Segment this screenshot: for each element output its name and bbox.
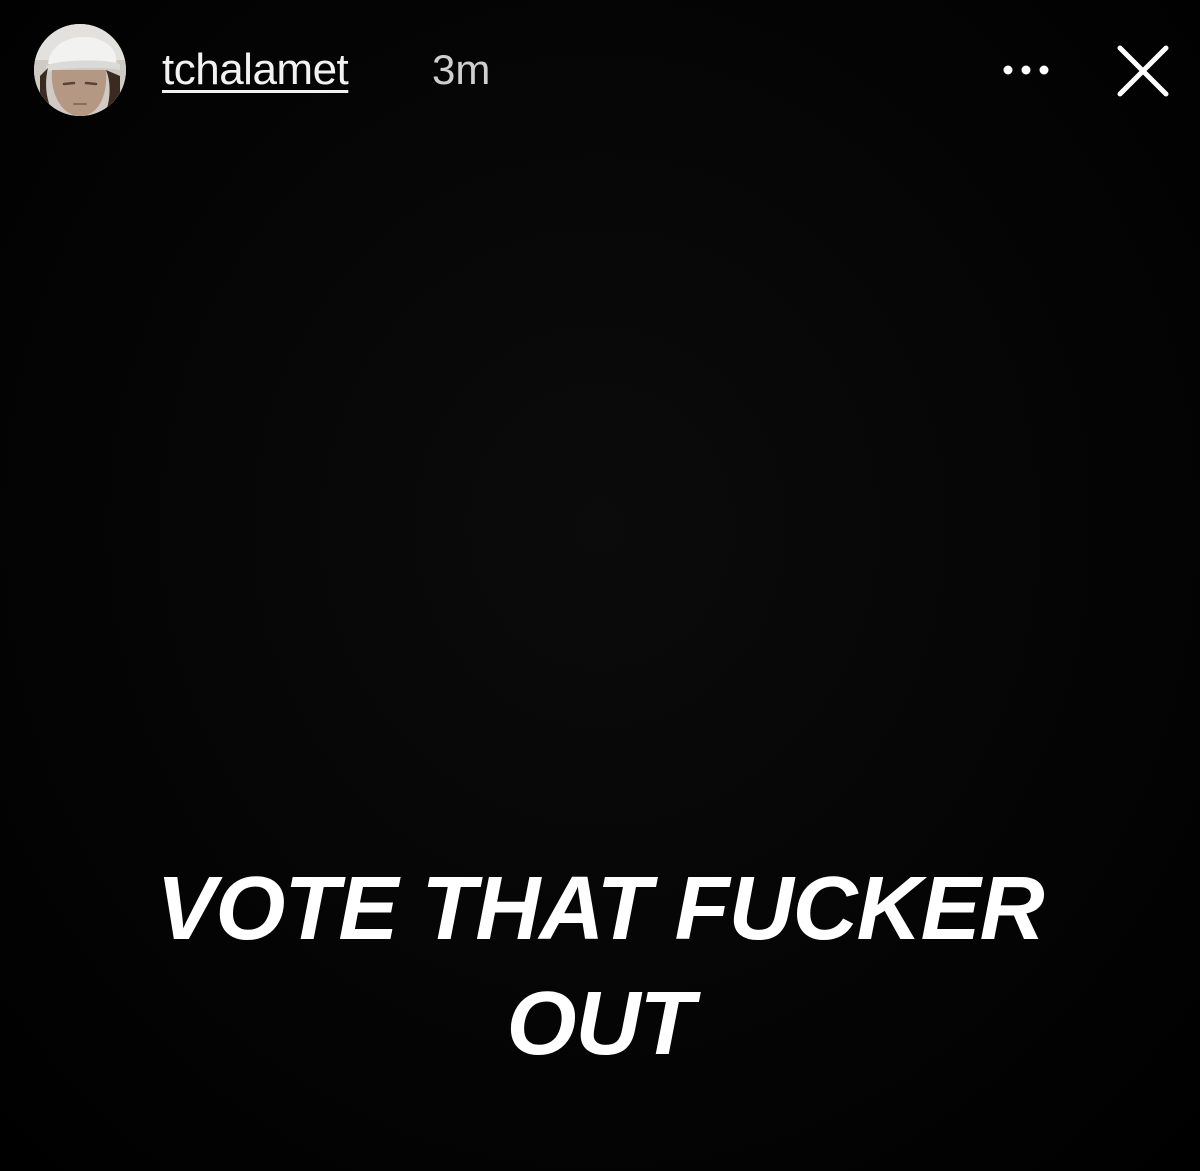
caption-line-1: VOTE THAT FUCKER: [156, 859, 1044, 959]
close-icon: [1117, 45, 1169, 97]
story-caption: VOTE THAT FUCKER OUT: [60, 852, 1140, 1082]
story-header: tchalamet 3m: [0, 0, 1200, 150]
story-viewer[interactable]: tchalamet 3m VOTE THAT FUCKER OUT: [0, 0, 1200, 1171]
post-timestamp: 3m: [432, 46, 491, 93]
profile-avatar[interactable]: [34, 24, 126, 116]
avatar-image: [34, 24, 126, 116]
caption-line-2: OUT: [506, 974, 695, 1074]
more-options-icon: [1003, 65, 1049, 75]
close-button[interactable]: [1112, 40, 1174, 102]
more-options-button[interactable]: [998, 50, 1054, 90]
username-link[interactable]: tchalamet: [162, 44, 349, 96]
